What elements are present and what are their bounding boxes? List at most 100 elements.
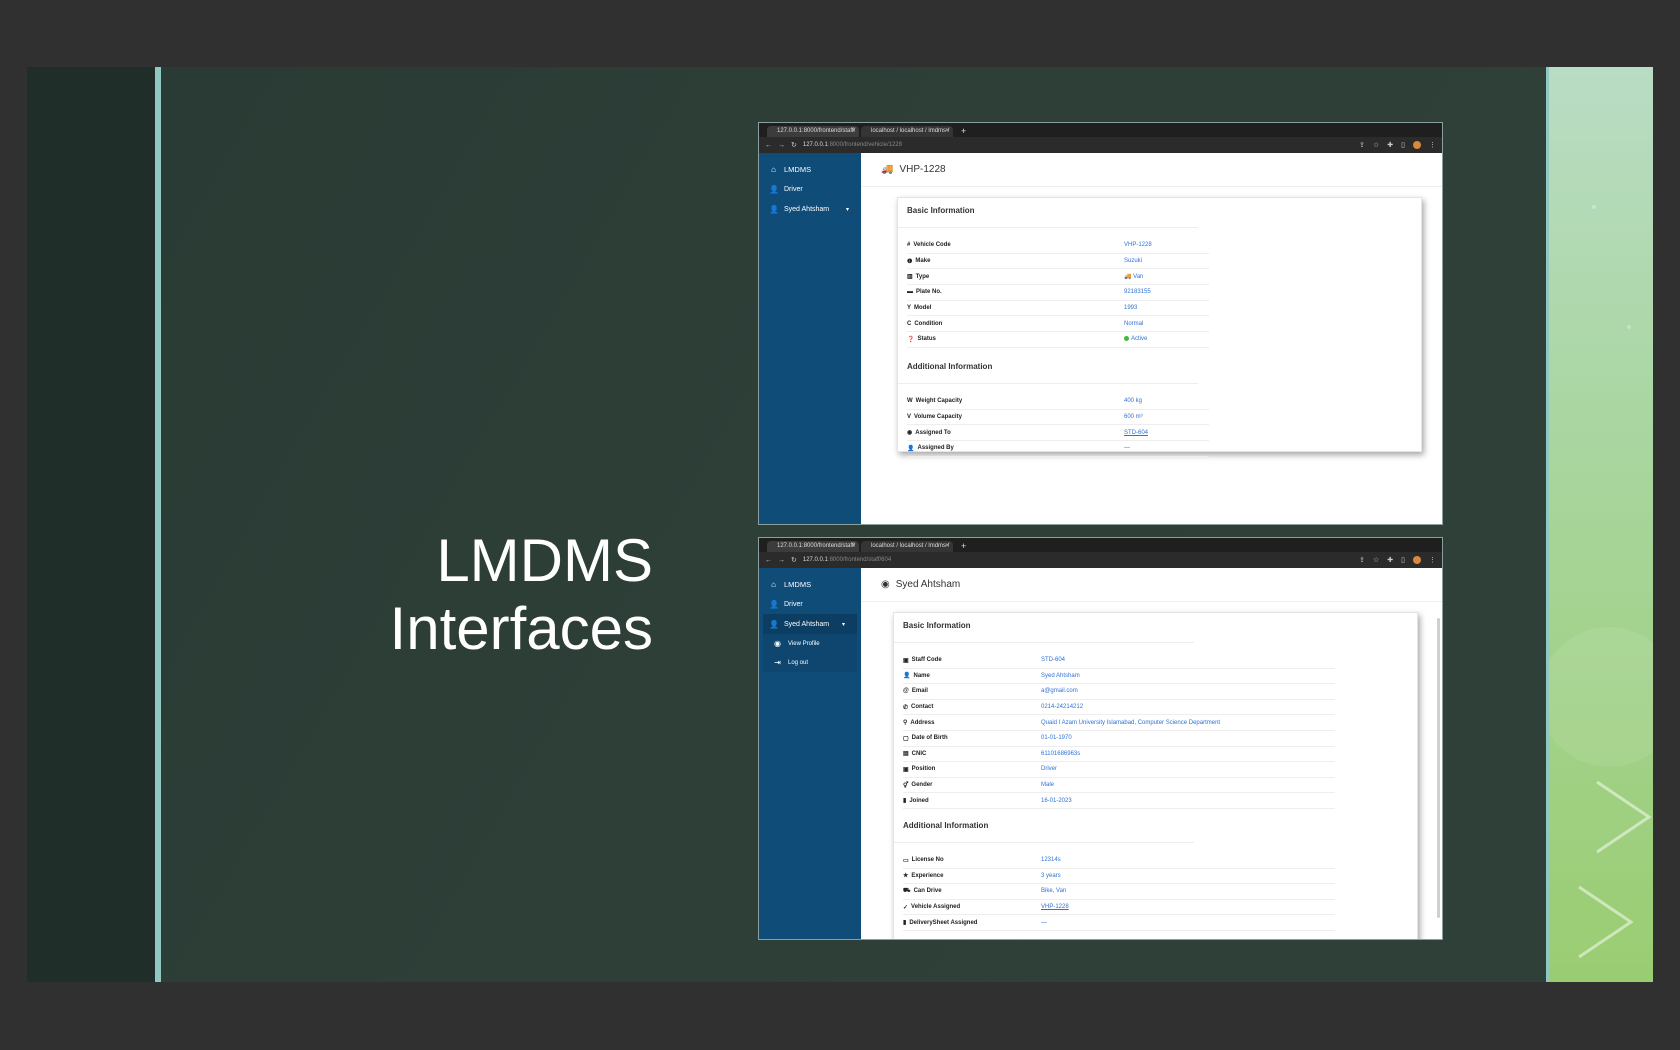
id-card-icon: ▤ (903, 751, 909, 758)
gender-icon: ⚥ (903, 782, 909, 789)
vehicle-assigned-link[interactable]: VHP-1228 (1041, 904, 1069, 910)
phone-icon: ✆ (903, 704, 909, 711)
slide-title-line-2: Interfaces (389, 595, 653, 662)
row-label: 👤 Name (903, 672, 930, 680)
logout-link[interactable]: ⇥ Log out (763, 653, 857, 672)
sidebar-brand[interactable]: ⌂ LMDMS (759, 159, 861, 179)
url-field[interactable]: 127.0.0.1:8000/frontend/vehicle/1228 (803, 142, 902, 148)
close-icon[interactable]: × (851, 126, 855, 137)
detail-row: ▮ Joined 16-01-2023 (903, 793, 1335, 809)
star-icon[interactable]: ☆ (1373, 556, 1379, 564)
assigned-to-link[interactable]: STD-604 (1124, 430, 1148, 436)
forward-icon[interactable]: → (778, 142, 785, 149)
sidebar-item-label: Driver (784, 600, 803, 608)
sidebar: ⌂ LMDMS 👤 Driver 👤 Syed Ahtsham ▾ (759, 153, 861, 524)
browser-tab[interactable]: localhost / localhost / lmdms / × (861, 126, 953, 137)
browser-tab-bar: 127.0.0.1:8000/frontend/staff/× localhos… (759, 123, 1442, 137)
detail-row: ✓ Vehicle Assigned VHP-1228 (903, 900, 1335, 916)
sidebar-brand[interactable]: ⌂ LMDMS (759, 574, 861, 594)
row-value: Syed Ahtsham (1041, 672, 1080, 679)
menu-icon[interactable]: ⋮ (1429, 141, 1436, 149)
submenu-label: View Profile (788, 640, 820, 647)
detail-row: C Condition Normal (907, 316, 1209, 333)
row-value: a@gmail.com (1041, 688, 1078, 695)
user-submenu: ◉ View Profile ⇥ Log out (763, 634, 857, 672)
url-field[interactable]: 127.0.0.1:8000/frontend/staff/604 (803, 557, 891, 563)
user-icon: 👤 (769, 184, 779, 194)
row-label: ▣ Staff Code (903, 657, 942, 664)
page-title: VHP-1228 (899, 164, 946, 175)
row-value: 16-01-2023 (1041, 797, 1072, 804)
browser-tab[interactable]: localhost / localhost / lmdms / × (861, 541, 953, 552)
row-label: ⛟ Can Drive (903, 888, 942, 895)
new-tab-button[interactable]: + (955, 541, 966, 552)
detail-row: # Vehicle Code VHP-1228 (907, 238, 1209, 254)
row-label: V Volume Capacity (907, 413, 962, 420)
sidebar-item-driver[interactable]: 👤 Driver (759, 594, 861, 614)
row-label: ▥ Type (907, 273, 930, 281)
scrollbar[interactable] (1437, 618, 1440, 918)
browser-tab[interactable]: 127.0.0.1:8000/frontend/staff/× (767, 541, 859, 552)
submenu-label: Log out (788, 659, 809, 666)
profile-avatar-icon[interactable] (1413, 556, 1421, 564)
van-icon: 🚚 (1124, 274, 1132, 281)
sidebar-user-label: Syed Ahtsham (784, 620, 830, 628)
row-label: ▤ CNIC (903, 750, 927, 758)
user-icon: 👤 (769, 599, 779, 609)
detail-row: W Weight Capacity 400 kg (907, 394, 1209, 410)
sidepanel-icon[interactable]: ▯ (1401, 141, 1405, 149)
close-icon[interactable]: × (945, 541, 949, 552)
row-value: 92183155 (1124, 289, 1151, 296)
row-label: ▭ License No (903, 857, 944, 864)
question-icon: ❓ (907, 336, 915, 343)
sidebar-user-menu[interactable]: 👤 Syed Ahtsham ▾ (759, 199, 861, 219)
reload-icon[interactable]: ↻ (791, 556, 797, 564)
star-icon[interactable]: ☆ (1373, 141, 1379, 149)
reload-icon[interactable]: ↻ (791, 141, 797, 149)
extensions-icon[interactable]: ✚ (1387, 556, 1393, 564)
browser-tab[interactable]: 127.0.0.1:8000/frontend/staff/× (767, 126, 859, 137)
address-bar: ← → ↻ 127.0.0.1:8000/frontend/vehicle/12… (759, 137, 1442, 153)
user-circle-icon: ◉ (881, 579, 890, 590)
extensions-icon[interactable]: ✚ (1387, 141, 1393, 149)
forward-icon[interactable]: → (778, 557, 785, 564)
share-icon[interactable]: ⇪ (1359, 141, 1365, 149)
url-path: :8000/frontend/vehicle/1228 (827, 142, 902, 148)
home-icon: ⌂ (771, 579, 776, 589)
url-host: 127.0.0.1 (802, 142, 828, 148)
view-profile-link[interactable]: ◉ View Profile (763, 634, 857, 653)
detail-row: ▮ DeliverySheet Assigned — (903, 915, 1335, 931)
menu-icon[interactable]: ⋮ (1429, 556, 1436, 564)
truck-icon: 🚚 (881, 164, 894, 175)
back-icon[interactable]: ← (765, 142, 772, 149)
row-label: ❓ Status (907, 336, 936, 343)
user-circle-icon: ◉ (907, 430, 913, 437)
detail-row: V Volume Capacity 600 m³ (907, 410, 1209, 426)
slide-title: LMDMS Interfaces (253, 527, 653, 663)
back-icon[interactable]: ← (765, 557, 772, 564)
row-value: VHP-1228 (1124, 242, 1152, 249)
detail-row: 👤 Assigned By — (907, 441, 1209, 457)
sidebar-item-driver[interactable]: 👤 Driver (759, 179, 861, 199)
brand-label: LMDMS (784, 579, 812, 589)
row-value: Male (1041, 782, 1055, 789)
row-value: 61101686963s (1041, 750, 1081, 757)
profile-avatar-icon[interactable] (1413, 141, 1421, 149)
sidebar-user-menu[interactable]: 👤 Syed Ahtsham ▾ (763, 614, 857, 634)
sidebar-user-label: Syed Ahtsham (784, 205, 830, 213)
hash-icon: # (907, 242, 911, 249)
logout-icon: ⇥ (774, 658, 781, 667)
right-decorative-panel (1549, 67, 1653, 982)
sidepanel-icon[interactable]: ▯ (1401, 556, 1405, 564)
user-icon: 👤 (769, 619, 779, 629)
row-value: 400 kg (1124, 398, 1143, 405)
page-header: 🚚 VHP-1228 (861, 153, 1442, 187)
close-icon[interactable]: × (945, 126, 949, 137)
new-tab-button[interactable]: + (955, 126, 966, 137)
detail-row: ⚲ Address Quaid I Azam University Islamaba… (903, 715, 1335, 731)
tab-label: 127.0.0.1:8000/frontend/staff/ (777, 128, 856, 134)
badge-icon: ▣ (903, 657, 909, 664)
share-icon[interactable]: ⇪ (1359, 556, 1365, 564)
detail-row: ⛟ Can Drive Bike, Van (903, 884, 1335, 900)
close-icon[interactable]: × (851, 541, 855, 552)
